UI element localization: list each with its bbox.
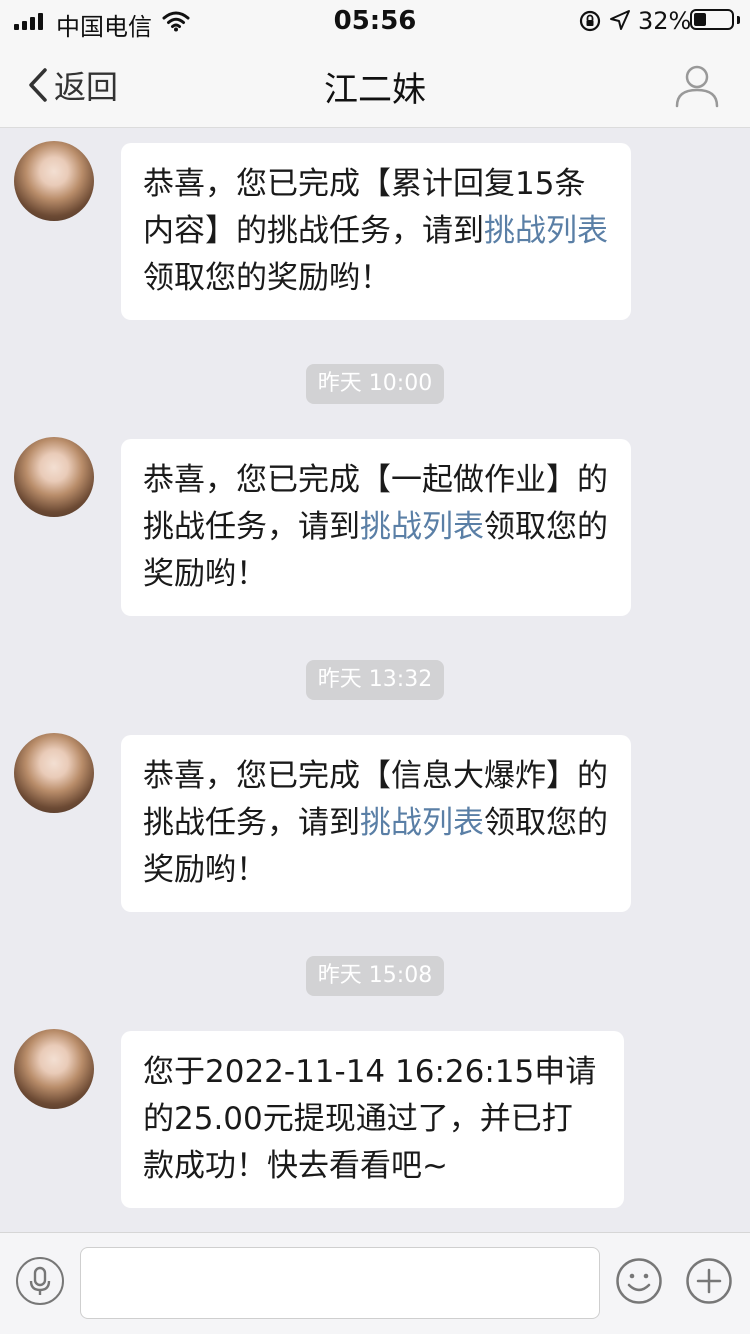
message-input-field[interactable] <box>80 1247 600 1319</box>
input-bar <box>0 1232 750 1334</box>
timestamp: 昨天 13:32 <box>306 660 444 700</box>
message-bubble[interactable]: 您于2022-11-14 16:26:15申请的25.00元提现通过了，并已打款… <box>121 1031 624 1208</box>
timestamp: 昨天 15:08 <box>306 956 444 996</box>
plus-icon[interactable] <box>685 1257 733 1305</box>
chat-area[interactable]: 恭喜，您已完成【累计回复15条内容】的挑战任务，请到挑战列表领取您的奖励哟！ 昨… <box>0 128 750 1232</box>
battery-icon <box>690 9 734 30</box>
message-text: 领取您的奖励哟！ <box>143 260 391 296</box>
timestamp: 昨天 10:00 <box>306 364 444 404</box>
voice-button[interactable] <box>16 1257 64 1305</box>
avatar[interactable] <box>14 733 94 813</box>
emoji-icon[interactable] <box>615 1257 663 1305</box>
message-text: 您于2022-11-14 16:26:15申请的25.00元提现通过了，并已打款… <box>143 1054 597 1184</box>
challenge-list-link[interactable]: 挑战列表 <box>360 805 484 841</box>
avatar[interactable] <box>14 437 94 517</box>
message-bubble[interactable]: 恭喜，您已完成【累计回复15条内容】的挑战任务，请到挑战列表领取您的奖励哟！ <box>121 143 631 320</box>
microphone-icon <box>29 1266 51 1295</box>
status-bar: 中国电信 05:56 32% <box>0 0 750 42</box>
battery-tip <box>737 16 740 24</box>
message-bubble[interactable]: 恭喜，您已完成【一起做作业】的挑战任务，请到挑战列表领取您的奖励哟！ <box>121 439 631 616</box>
avatar[interactable] <box>14 1029 94 1109</box>
nav-bar: 返回 江二妹 <box>0 42 750 128</box>
profile-icon[interactable] <box>672 60 722 110</box>
message-bubble[interactable]: 恭喜，您已完成【信息大爆炸】的挑战任务，请到挑战列表领取您的奖励哟！ <box>121 735 631 912</box>
rotation-lock-icon <box>579 10 601 32</box>
page-title: 江二妹 <box>324 70 426 110</box>
challenge-list-link[interactable]: 挑战列表 <box>484 213 608 249</box>
challenge-list-link[interactable]: 挑战列表 <box>360 509 484 545</box>
battery-percent: 32% <box>638 7 692 35</box>
location-icon <box>610 10 630 30</box>
message-input[interactable] <box>81 1248 599 1318</box>
avatar[interactable] <box>14 141 94 221</box>
